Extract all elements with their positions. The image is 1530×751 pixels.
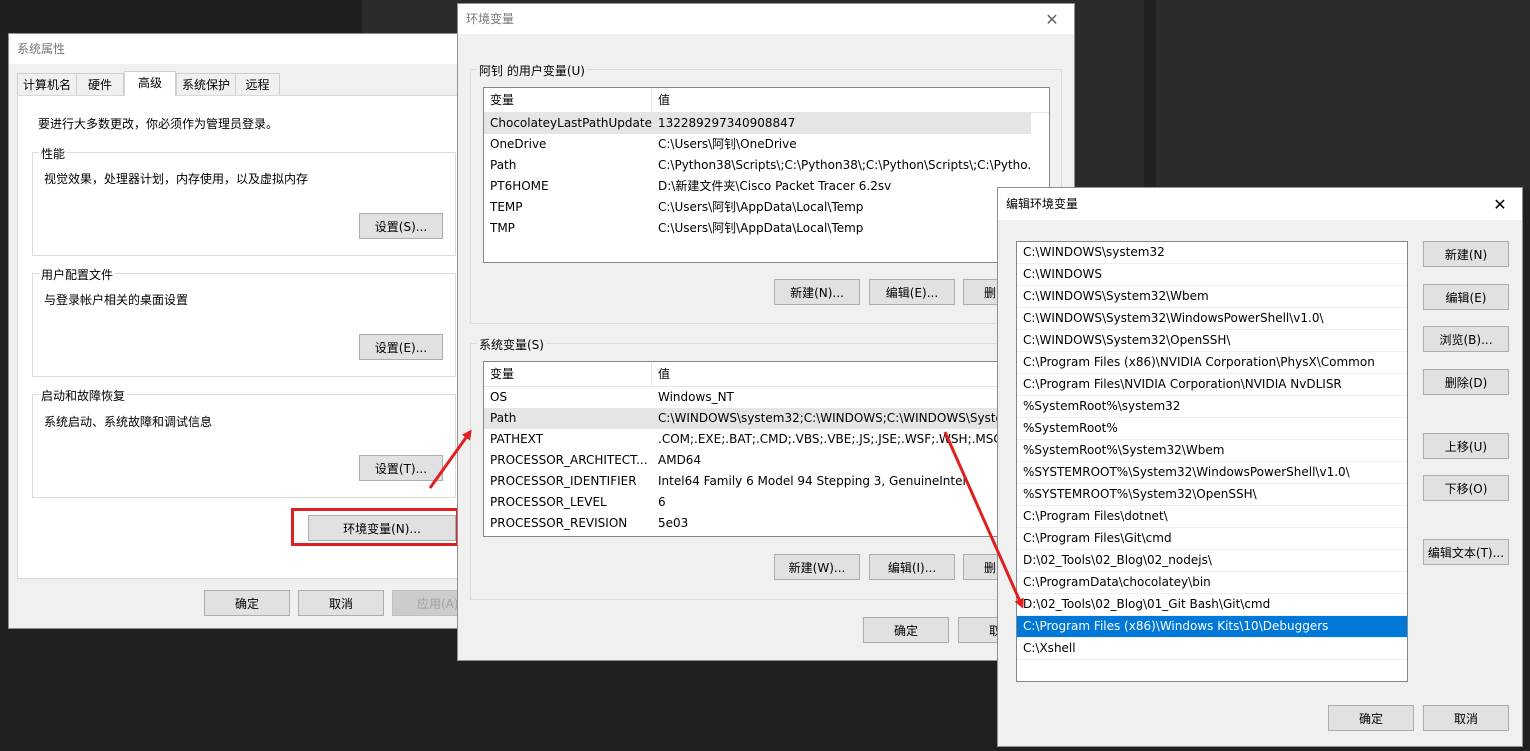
startup-settings-button[interactable]: 设置(T)... [359,455,443,481]
profile-desc: 与登录帐户相关的桌面设置 [44,293,189,307]
list-item[interactable]: C:\Program Files (x86)\Windows Kits\10\D… [1017,616,1407,638]
table-row[interactable]: ChocolateyLastPathUpdate 1322892973409088… [484,113,1031,134]
list-item[interactable]: %SystemRoot%\system32 [1017,396,1407,418]
startup-label: 启动和故障恢复 [39,387,128,404]
list-header: 变量 值 [484,362,1049,387]
user-variables-label: 阿钊 的用户变量(U) [477,62,587,79]
list-item[interactable]: C:\WINDOWS\system32 [1017,242,1407,264]
list-item-empty[interactable] [1017,660,1407,681]
list-item[interactable]: C:\ProgramData\chocolatey\bin [1017,572,1407,594]
system-variables-label: 系统变量(S) [477,336,546,353]
admin-note: 要进行大多数更改，你必须作为管理员登录。 [38,117,279,131]
list-item[interactable]: C:\Program Files\NVIDIA Corporation\NVID… [1017,374,1407,396]
user-edit-button[interactable]: 编辑(E)... [869,279,955,305]
list-item[interactable]: C:\WINDOWS\System32\WindowsPowerShell\v1… [1017,308,1407,330]
tab-advanced[interactable]: 高级 [124,71,176,96]
list-item[interactable]: C:\WINDOWS\System32\Wbem [1017,286,1407,308]
column-header-variable[interactable]: 变量 [484,362,652,386]
editenv-ok-button[interactable]: 确定 [1328,705,1414,731]
table-row[interactable]: OS Windows_NT [484,387,1049,408]
edit-text-button[interactable]: 编辑文本(T)... [1423,539,1509,565]
table-row[interactable]: PROCESSOR_IDENTIFIER Intel64 Family 6 Mod… [484,471,1049,492]
performance-label: 性能 [39,145,68,162]
move-up-button[interactable]: 上移(U) [1423,433,1509,459]
path-rows: C:\WINDOWS\system32 C:\WINDOWS C:\WINDOWS\… [1017,242,1407,681]
table-row[interactable]: PATHEXT .COM;.EXE;.BAT;.CMD;.VBS;.VBE;.JS… [484,429,1049,450]
browse-button[interactable]: 浏览(B)... [1423,326,1509,352]
list-item[interactable]: C:\WINDOWS [1017,264,1407,286]
list-item[interactable]: C:\Xshell [1017,638,1407,660]
user-new-button[interactable]: 新建(N)... [774,279,860,305]
profile-settings-button[interactable]: 设置(E)... [359,334,443,360]
list-item[interactable]: D:\02_Tools\02_Blog\02_nodejs\ [1017,550,1407,572]
path-list[interactable]: C:\WINDOWS\system32 C:\WINDOWS C:\WINDOWS\… [1016,241,1408,682]
startup-group: 启动和故障恢复 [32,387,456,498]
table-row[interactable]: TEMP C:\Users\阿钊\AppData\Local\Temp [484,197,1049,218]
sysprop-ok-button[interactable]: 确定 [204,590,290,616]
list-item[interactable]: %SystemRoot%\System32\Wbem [1017,440,1407,462]
editenv-cancel-button[interactable]: 取消 [1423,705,1509,731]
profile-label: 用户配置文件 [39,266,116,283]
column-header-value[interactable]: 值 [652,362,1032,386]
tab-hardware[interactable]: 硬件 [76,73,124,95]
tab-system-protection[interactable]: 系统保护 [176,73,236,95]
performance-settings-button[interactable]: 设置(S)... [359,213,443,239]
delete-path-button[interactable]: 删除(D) [1423,369,1509,395]
table-row[interactable]: Path C:\WINDOWS\system32;C:\WINDOWS;C:\WI… [484,408,1031,429]
new-path-button[interactable]: 新建(N) [1423,241,1509,267]
tab-computer-name[interactable]: 计算机名 [17,73,77,95]
list-item[interactable]: C:\Program Files (x86)\NVIDIA Corporatio… [1017,352,1407,374]
background-window-far-right [1156,0,1530,190]
user-variables-list[interactable]: 变量 值 ChocolateyLastPathUpdate 13228929734… [483,87,1050,263]
list-item[interactable]: %SystemRoot% [1017,418,1407,440]
highlight-box [291,508,459,546]
envvars-ok-button[interactable]: 确定 [863,617,949,643]
system-new-button[interactable]: 新建(W)... [774,554,860,580]
table-row[interactable]: PROCESSOR_ARCHITECT... AMD64 [484,450,1049,471]
move-down-button[interactable]: 下移(O) [1423,475,1509,501]
close-icon[interactable]: ✕ [1478,188,1522,220]
close-icon[interactable]: ✕ [1030,4,1074,34]
list-item[interactable]: C:\Program Files\Git\cmd [1017,528,1407,550]
window-title: 系统属性 [9,34,469,64]
table-row[interactable]: TMP C:\Users\阿钊\AppData\Local\Temp [484,218,1049,239]
performance-desc: 视觉效果，处理器计划，内存使用，以及虚拟内存 [44,172,309,186]
tab-remote[interactable]: 远程 [235,73,280,95]
envvars-cancel-button[interactable]: 取 [958,617,1000,643]
system-edit-button[interactable]: 编辑(I)... [869,554,955,580]
window-title: 编辑环境变量 [998,188,1522,220]
column-header-value[interactable]: 值 [652,88,1032,112]
list-item[interactable]: %SYSTEMROOT%\System32\OpenSSH\ [1017,484,1407,506]
column-header-variable[interactable]: 变量 [484,88,652,112]
background-window-left [0,0,362,34]
table-row[interactable]: PT6HOME D:\新建文件夹\Cisco Packet Tracer 6.2s… [484,176,1049,197]
list-item[interactable]: C:\WINDOWS\System32\OpenSSH\ [1017,330,1407,352]
edit-path-button[interactable]: 编辑(E) [1423,284,1509,310]
list-item[interactable]: C:\Program Files\dotnet\ [1017,506,1407,528]
profile-group: 用户配置文件 [32,266,456,377]
table-row[interactable]: PROCESSOR_LEVEL 6 [484,492,1049,513]
window-title: 环境变量 [458,4,1074,34]
performance-group: 性能 [32,145,456,256]
startup-desc: 系统启动、系统故障和调试信息 [44,415,213,429]
list-item[interactable]: %SYSTEMROOT%\System32\WindowsPowerShell\… [1017,462,1407,484]
table-row[interactable]: Path C:\Python38\Scripts\;C:\Python38\;C:… [484,155,1049,176]
list-header: 变量 值 [484,88,1049,113]
table-row[interactable]: PROCESSOR_REVISION 5e03 [484,513,1049,534]
sysprop-cancel-button[interactable]: 取消 [298,590,384,616]
system-variables-list[interactable]: 变量 值 OS Windows_NT Path C:\WINDOWS\system3… [483,361,1050,537]
table-row[interactable]: OneDrive C:\Users\阿钊\OneDrive [484,134,1049,155]
list-item[interactable]: D:\02_Tools\02_Blog\01_Git Bash\Git\cmd [1017,594,1407,616]
